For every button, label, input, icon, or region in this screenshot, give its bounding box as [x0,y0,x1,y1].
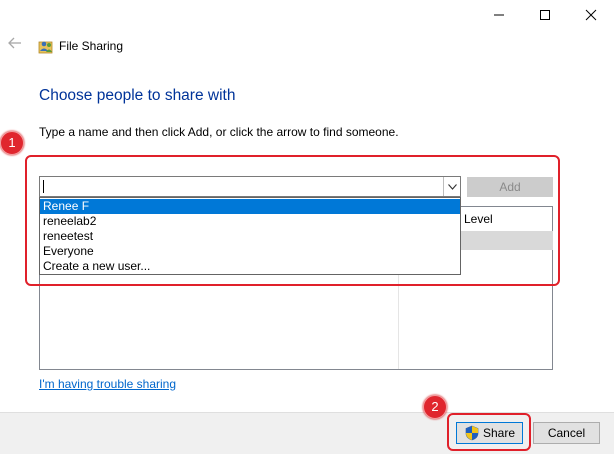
minimize-icon [494,14,504,16]
annotation-box-1 [25,155,560,286]
maximize-button[interactable] [522,0,568,30]
page-heading: Choose people to share with [39,87,236,104]
trouble-sharing-link[interactable]: I'm having trouble sharing [39,376,176,392]
back-button[interactable] [8,36,28,56]
annotation-badge-1: 1 [0,131,24,155]
back-arrow-icon [8,37,21,49]
instruction-text: Type a name and then click Add, or click… [39,125,399,139]
minimize-button[interactable] [476,0,522,30]
close-icon [585,9,597,21]
cancel-button[interactable]: Cancel [533,422,600,444]
maximize-icon [540,10,550,20]
annotation-box-2 [447,413,531,451]
annotation-badge-2: 2 [423,395,447,419]
window-title: File Sharing [59,39,124,53]
close-button[interactable] [568,0,614,30]
file-sharing-icon [38,38,54,54]
